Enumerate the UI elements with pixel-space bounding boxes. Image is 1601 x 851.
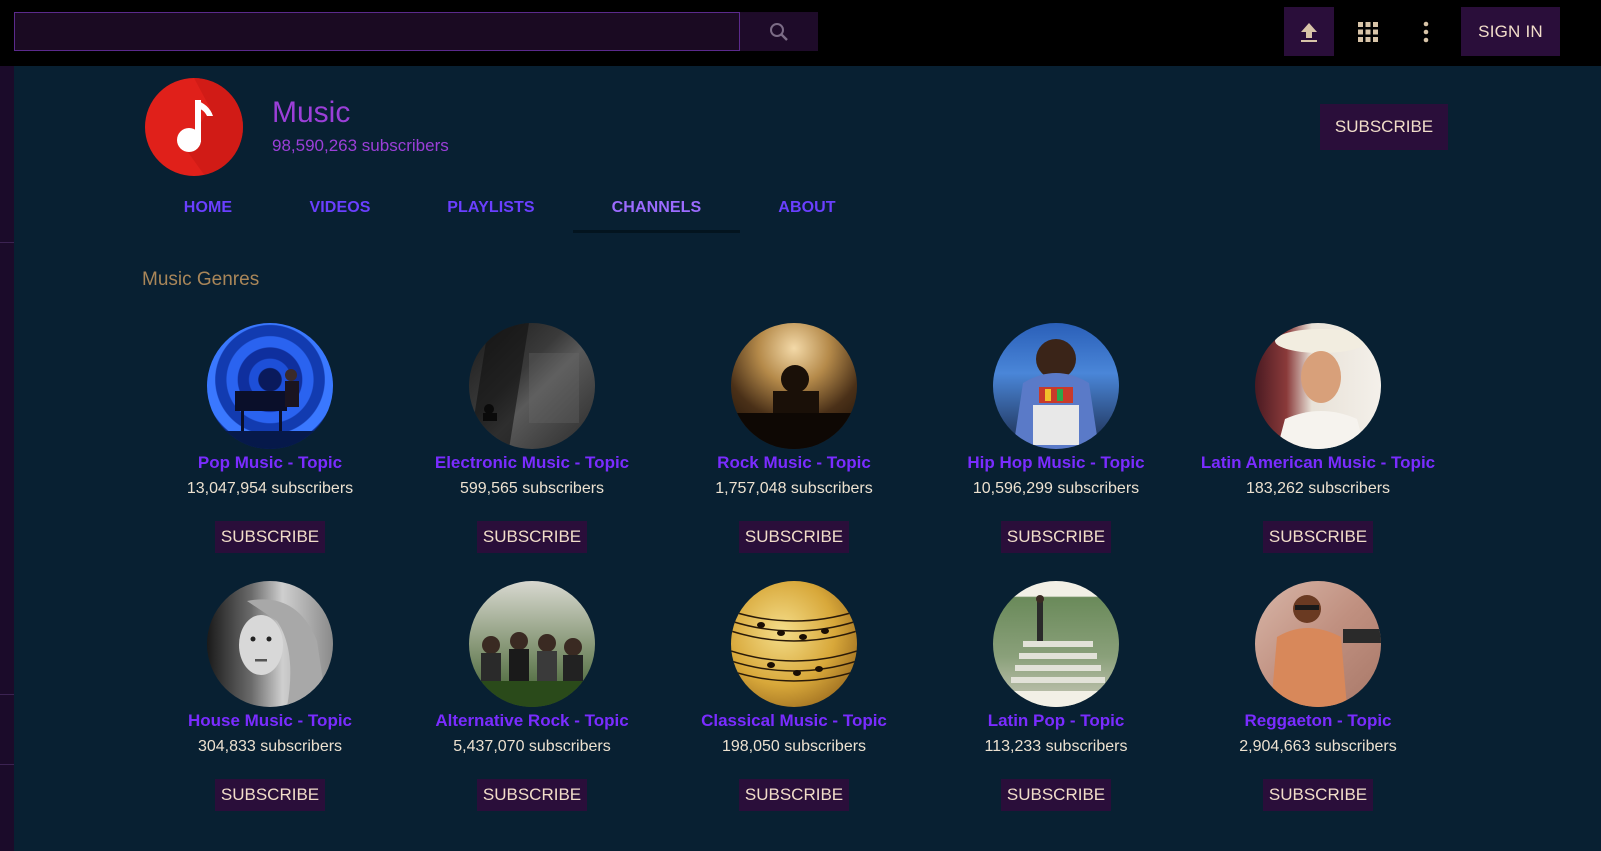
latin-pop-image <box>993 595 1119 707</box>
channel-card: Classical Music - Topic 198,050 subscrib… <box>663 581 925 839</box>
channel-thumbnail[interactable] <box>1255 581 1381 707</box>
channel-subscriber-count: 198,050 subscribers <box>721 738 867 755</box>
channel-thumbnail[interactable] <box>731 581 857 707</box>
channel-subscriber-count: 98,590,263 subscribers <box>272 136 449 155</box>
house-music-image <box>239 599 327 707</box>
alternative-rock-image <box>469 632 595 707</box>
section-title: Music Genres <box>142 269 260 290</box>
channel-subscriber-count: 599,565 subscribers <box>459 480 605 497</box>
channel-card: Alternative Rock - Topic 5,437,070 subsc… <box>401 581 663 839</box>
latin-american-music-image <box>1275 329 1367 449</box>
channel-name-link[interactable]: Classical Music - Topic <box>663 711 925 731</box>
divider <box>0 764 14 765</box>
music-note-icon <box>177 78 243 176</box>
channel-name-link[interactable]: Rock Music - Topic <box>663 453 925 473</box>
more-options-button[interactable] <box>1408 7 1444 56</box>
pop-music-image <box>207 369 333 449</box>
channel-avatar <box>145 78 243 176</box>
tab-home[interactable]: HOME <box>172 184 244 232</box>
divider <box>0 242 14 243</box>
channel-thumbnail[interactable] <box>993 581 1119 707</box>
channel-thumbnail[interactable] <box>469 581 595 707</box>
channel-title: Music <box>272 96 351 129</box>
channel-thumbnail[interactable] <box>207 323 333 449</box>
channel-card: Pop Music - Topic 13,047,954 subscribers… <box>139 323 401 581</box>
channel-card: Electronic Music - Topic 599,565 subscri… <box>401 323 663 581</box>
channel-name-link[interactable]: House Music - Topic <box>139 711 401 731</box>
channel-subscriber-count: 304,833 subscribers <box>197 738 343 755</box>
apps-button[interactable] <box>1348 7 1388 56</box>
channel-subscriber-count: 113,233 subscribers <box>984 738 1128 755</box>
channel-card: Rock Music - Topic 1,757,048 subscribers… <box>663 323 925 581</box>
tab-channels[interactable]: CHANNELS <box>573 184 740 232</box>
channel-name-link[interactable]: Alternative Rock - Topic <box>401 711 663 731</box>
channel-subscriber-count: 5,437,070 subscribers <box>453 738 611 755</box>
channel-card: Hip Hop Music - Topic 10,596,299 subscri… <box>925 323 1187 581</box>
channel-name-link[interactable]: Electronic Music - Topic <box>401 453 663 473</box>
channel-card: Latin American Music - Topic 183,262 sub… <box>1187 323 1449 581</box>
channel-name-link[interactable]: Hip Hop Music - Topic <box>925 453 1187 473</box>
search-button[interactable] <box>740 12 818 51</box>
channel-name-link[interactable]: Pop Music - Topic <box>139 453 401 473</box>
subscribe-button[interactable]: SUBSCRIBE <box>1001 521 1111 553</box>
subscribe-button[interactable]: SUBSCRIBE <box>1263 521 1373 553</box>
top-bar: SIGN IN <box>0 0 1601 66</box>
search-icon <box>770 22 788 41</box>
channel-subscriber-count: 2,904,663 subscribers <box>1239 738 1397 755</box>
electronic-music-image <box>469 323 579 449</box>
channel-thumbnail[interactable] <box>993 323 1119 449</box>
channel-thumbnail[interactable] <box>207 581 333 707</box>
tab-playlists[interactable]: PLAYLISTS <box>436 184 546 232</box>
divider <box>0 694 14 695</box>
more-vertical-icon <box>1423 21 1429 42</box>
sign-in-button[interactable]: SIGN IN <box>1461 7 1560 56</box>
channel-thumbnail[interactable] <box>1255 323 1381 449</box>
rock-music-image <box>731 365 857 449</box>
subscribe-button[interactable]: SUBSCRIBE <box>215 779 325 811</box>
channel-subscriber-count: 13,047,954 subscribers <box>186 480 354 497</box>
upload-icon <box>1301 22 1317 42</box>
active-tab-indicator <box>573 230 740 233</box>
hip-hop-music-image <box>1013 339 1099 449</box>
channel-subscriber-count: 183,262 subscribers <box>1245 480 1391 497</box>
channel-name-link[interactable]: Latin Pop - Topic <box>925 711 1187 731</box>
subscribe-button[interactable]: SUBSCRIBE <box>739 521 849 553</box>
search-input[interactable] <box>14 12 740 51</box>
apps-grid-icon <box>1358 21 1378 42</box>
upload-button[interactable] <box>1284 7 1334 56</box>
channel-card: Latin Pop - Topic 113,233 subscribers SU… <box>925 581 1187 839</box>
subscribe-button[interactable]: SUBSCRIBE <box>1263 779 1373 811</box>
subscribe-button[interactable]: SUBSCRIBE <box>477 521 587 553</box>
channel-name-link[interactable]: Reggaeton - Topic <box>1187 711 1449 731</box>
tab-videos[interactable]: VIDEOS <box>297 184 383 232</box>
channel-subscribe-button[interactable]: SUBSCRIBE <box>1320 104 1448 150</box>
sheet-music-image <box>731 610 857 682</box>
channel-card: House Music - Topic 304,833 subscribers … <box>139 581 401 839</box>
channel-subscriber-count: 1,757,048 subscribers <box>715 480 873 497</box>
subscribe-button[interactable]: SUBSCRIBE <box>739 779 849 811</box>
channel-thumbnail[interactable] <box>469 323 595 449</box>
subscribe-button[interactable]: SUBSCRIBE <box>1001 779 1111 811</box>
channel-thumbnail[interactable] <box>731 323 857 449</box>
subscribe-button[interactable]: SUBSCRIBE <box>477 779 587 811</box>
left-nav-strip <box>0 66 14 851</box>
channel-name-link[interactable]: Latin American Music - Topic <box>1187 453 1449 473</box>
reggaeton-image <box>1271 595 1381 707</box>
channel-subscriber-count: 10,596,299 subscribers <box>972 480 1140 497</box>
channel-card: Reggaeton - Topic 2,904,663 subscribers … <box>1187 581 1449 839</box>
tab-about[interactable]: ABOUT <box>766 184 848 232</box>
subscribe-button[interactable]: SUBSCRIBE <box>215 521 325 553</box>
